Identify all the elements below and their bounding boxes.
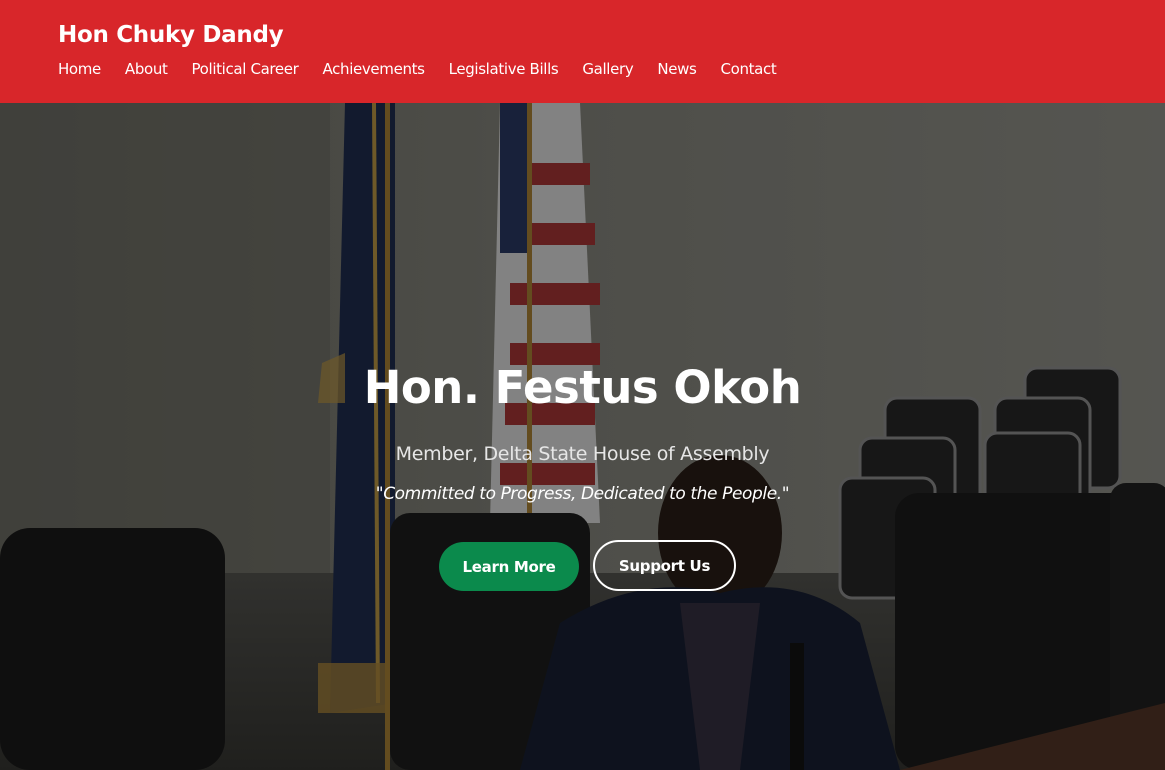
site-header: Hon Chuky Dandy Home About Political Car… <box>0 0 1165 103</box>
hero-title: Hon. Festus Okoh <box>363 361 802 414</box>
page: Hon Chuky Dandy Home About Political Car… <box>0 0 1165 770</box>
nav-home[interactable]: Home <box>58 60 101 78</box>
main-nav: Home About Political Career Achievements… <box>58 60 777 78</box>
hero-buttons: Learn More Support Us <box>0 540 1165 591</box>
hero-section: Hon. Festus Okoh Member, Delta State Hou… <box>0 103 1165 770</box>
learn-more-button[interactable]: Learn More <box>439 542 579 591</box>
support-us-button[interactable]: Support Us <box>593 540 736 591</box>
hero-quote: "Committed to Progress, Dedicated to the… <box>375 484 790 504</box>
nav-political-career[interactable]: Political Career <box>192 60 299 78</box>
nav-about[interactable]: About <box>125 60 168 78</box>
nav-gallery[interactable]: Gallery <box>582 60 633 78</box>
nav-news[interactable]: News <box>657 60 696 78</box>
site-brand[interactable]: Hon Chuky Dandy <box>58 22 284 48</box>
nav-achievements[interactable]: Achievements <box>323 60 425 78</box>
hero-subtitle: Member, Delta State House of Assembly <box>395 443 770 465</box>
nav-contact[interactable]: Contact <box>721 60 777 78</box>
nav-legislative-bills[interactable]: Legislative Bills <box>449 60 559 78</box>
hero-content: Hon. Festus Okoh Member, Delta State Hou… <box>0 103 1165 770</box>
